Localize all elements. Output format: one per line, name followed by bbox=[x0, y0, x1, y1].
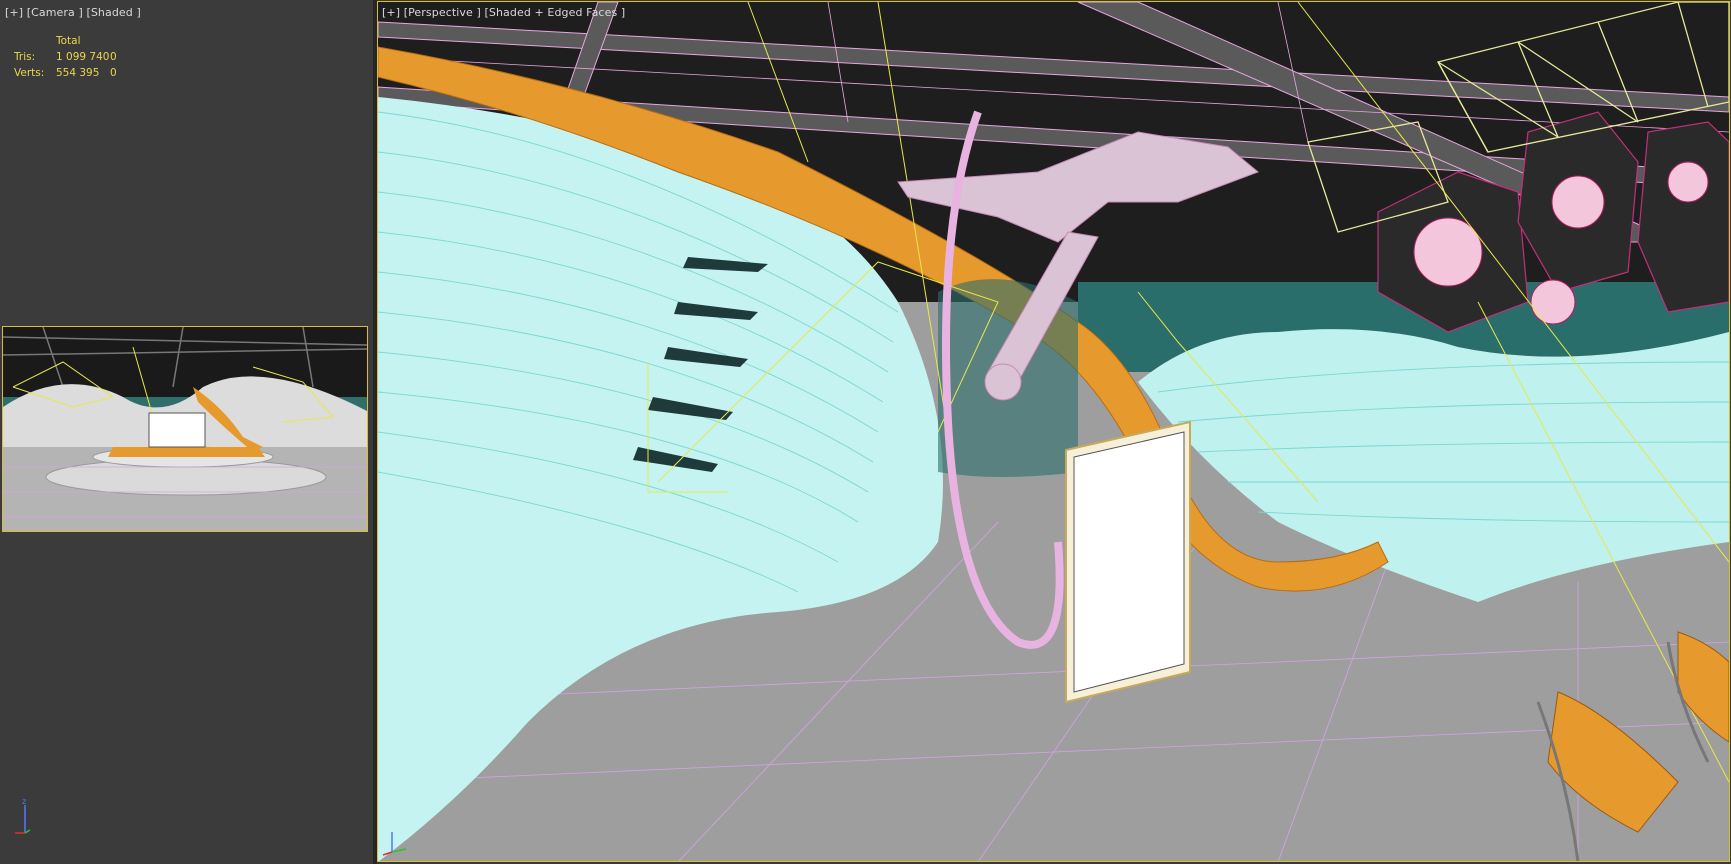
perspective-axis-gizmo-icon bbox=[380, 822, 414, 858]
axis-gizmo-icon: z bbox=[6, 797, 32, 837]
stats-verts-selected: 0 bbox=[110, 67, 117, 79]
camera-scene-graphic bbox=[3, 327, 367, 531]
perspective-scene-graphic bbox=[378, 2, 1729, 861]
camera-viewport[interactable]: [+] [Camera ] [Shaded ] Total Tris: 1 09… bbox=[0, 0, 373, 864]
stats-header: Total bbox=[56, 35, 81, 47]
camera-render-preview[interactable] bbox=[2, 326, 368, 532]
stats-tris-total: 1 099 740 bbox=[56, 51, 110, 63]
stats-verts-total: 554 395 bbox=[56, 67, 100, 79]
camera-viewport-label[interactable]: [+] [Camera ] [Shaded ] bbox=[5, 6, 141, 19]
stats-tris-label: Tris: bbox=[14, 51, 36, 63]
perspective-viewport[interactable]: [+] [Perspective ] [Shaded + Edged Faces… bbox=[377, 1, 1730, 862]
stats-tris-selected: 0 bbox=[110, 51, 117, 63]
axis-z-label: z bbox=[22, 797, 26, 806]
perspective-viewport-label[interactable]: [+] [Perspective ] [Shaded + Edged Faces… bbox=[382, 6, 625, 19]
stats-verts-label: Verts: bbox=[14, 67, 45, 79]
